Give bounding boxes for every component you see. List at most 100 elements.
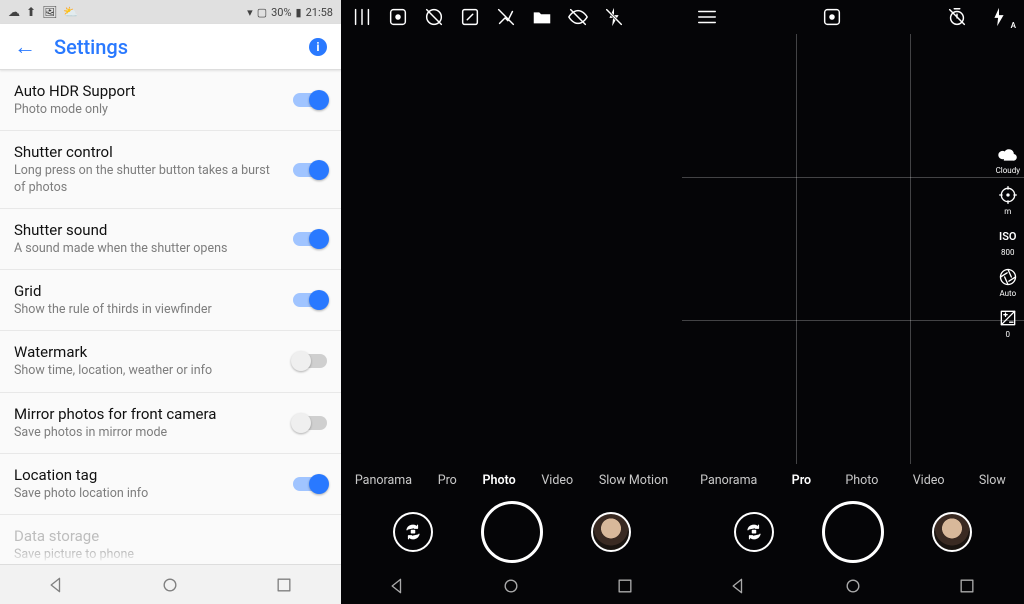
- mode-photo[interactable]: Photo: [845, 473, 878, 488]
- setting-desc: Show time, location, weather or info: [14, 363, 327, 379]
- eye-off-icon[interactable]: [567, 6, 589, 28]
- android-nav-bar: [682, 568, 1024, 604]
- setting-row[interactable]: Auto HDR SupportPhoto mode only: [0, 70, 341, 131]
- shutter-button[interactable]: [481, 501, 543, 563]
- flash-mode-label: A: [1011, 21, 1016, 30]
- setting-row: Data storage Save picture to phone: [0, 515, 341, 564]
- toggle[interactable]: [293, 163, 327, 177]
- android-nav-bar: [0, 564, 341, 604]
- setting-title: Location tag: [14, 466, 327, 484]
- app-bar: ← Settings i: [0, 24, 341, 70]
- mode-pro[interactable]: Pro: [438, 473, 457, 488]
- shutter-button[interactable]: [822, 501, 884, 563]
- switch-camera-button[interactable]: [393, 512, 433, 552]
- toggle[interactable]: [293, 293, 327, 307]
- setting-title: Watermark: [14, 343, 327, 361]
- camera-top-toolbar: [341, 0, 682, 34]
- weather-icon: ⛅: [63, 5, 78, 19]
- pro-exposure-icon[interactable]: 0: [998, 308, 1018, 339]
- toggle[interactable]: [293, 354, 327, 368]
- setting-row[interactable]: Shutter control Long press on the shutter…: [0, 131, 341, 209]
- mode-slow-motion[interactable]: Slow Motion: [599, 473, 668, 488]
- cloud-icon: [998, 144, 1018, 164]
- setting-desc: Save picture to phone: [14, 547, 327, 563]
- toggle[interactable]: [293, 477, 327, 491]
- camera-screen-pro: A Cloudy m ISO800 Auto 0 Panorama Pro Photo Vid…: [682, 0, 1024, 604]
- setting-row[interactable]: Mirror photos for front cameraSave photo…: [0, 393, 341, 454]
- pro-focus-icon[interactable]: m: [998, 185, 1018, 216]
- switch-camera-button[interactable]: [734, 512, 774, 552]
- setting-row[interactable]: Location tagSave photo location info: [0, 454, 341, 515]
- shutter-row: [682, 496, 1024, 568]
- pro-cloud-icon[interactable]: Cloudy: [996, 144, 1020, 175]
- menu-icon[interactable]: [696, 6, 718, 28]
- image-icon: 🖼: [42, 5, 57, 19]
- shutter-row: [341, 496, 682, 568]
- flash-auto-icon[interactable]: A: [988, 6, 1010, 28]
- mode-slow[interactable]: Slow: [979, 473, 1006, 488]
- toggle[interactable]: [293, 93, 327, 107]
- motion-photo-icon[interactable]: [821, 6, 843, 28]
- camera-top-toolbar: A: [682, 0, 1024, 34]
- mode-selector[interactable]: Panorama Pro Photo Video Slow: [682, 464, 1024, 496]
- viewfinder[interactable]: [341, 34, 682, 464]
- setting-row[interactable]: Shutter soundA sound made when the shutt…: [0, 209, 341, 270]
- box-add-icon[interactable]: [459, 6, 481, 28]
- setting-row[interactable]: Watermark Show time, location, weather or…: [0, 331, 341, 392]
- setting-title: Shutter control: [14, 143, 327, 161]
- motion-photo-icon[interactable]: [387, 6, 409, 28]
- gallery-thumbnail[interactable]: [591, 512, 631, 552]
- page-title: Settings: [54, 35, 128, 59]
- nav-recent[interactable]: [615, 576, 635, 596]
- setting-title: Grid: [14, 282, 327, 300]
- pro-value: 800: [1001, 248, 1015, 257]
- nav-recent[interactable]: [274, 575, 294, 595]
- pro-iso-icon[interactable]: ISO800: [998, 226, 1018, 257]
- nav-home[interactable]: [160, 575, 180, 595]
- flash-off-icon[interactable]: [603, 6, 625, 28]
- setting-row[interactable]: Grid Show the rule of thirds in viewfinde…: [0, 270, 341, 331]
- grid-overlay: [682, 34, 1024, 464]
- exposure-icon: [998, 308, 1018, 328]
- mode-panorama[interactable]: Panorama: [700, 473, 757, 488]
- wifi-icon: ▾: [247, 6, 253, 19]
- mode-panorama[interactable]: Panorama: [355, 473, 412, 488]
- setting-title: Data storage: [14, 527, 327, 545]
- mode-video[interactable]: Video: [541, 473, 573, 488]
- nav-back[interactable]: [47, 575, 67, 595]
- settings-list[interactable]: Auto HDR SupportPhoto mode onlyShutter c…: [0, 70, 341, 564]
- nav-back[interactable]: [388, 576, 408, 596]
- pro-value: m: [1004, 207, 1011, 216]
- setting-desc: Long press on the shutter button takes a…: [14, 163, 327, 196]
- folder-quick-icon[interactable]: [531, 6, 553, 28]
- focus-icon: [998, 185, 1018, 205]
- retouch-off-icon[interactable]: [495, 6, 517, 28]
- viewfinder[interactable]: Cloudy m ISO800 Auto 0: [682, 34, 1024, 464]
- clock: 21:58: [306, 6, 333, 19]
- timer-off-icon[interactable]: [946, 6, 968, 28]
- pro-aperture-icon[interactable]: Auto: [998, 267, 1018, 298]
- nav-back[interactable]: [729, 576, 749, 596]
- status-bar: ☁ ⬆ 🖼 ⛅ ▾ ▢ 30% ▮ 21:58: [0, 0, 341, 24]
- info-button[interactable]: i: [309, 38, 327, 56]
- cloud-icon: ☁: [8, 5, 20, 19]
- filter-off-icon[interactable]: [423, 6, 445, 28]
- setting-desc: Photo mode only: [14, 102, 327, 118]
- toggle[interactable]: [293, 416, 327, 430]
- gallery-thumbnail[interactable]: [932, 512, 972, 552]
- levels-icon[interactable]: [351, 6, 373, 28]
- camera-screen-photo: Panorama Pro Photo Video Slow Motion: [341, 0, 682, 604]
- mode-selector[interactable]: Panorama Pro Photo Video Slow Motion: [341, 464, 682, 496]
- nav-recent[interactable]: [957, 576, 977, 596]
- back-button[interactable]: ←: [14, 34, 36, 60]
- mode-photo[interactable]: Photo: [482, 473, 515, 488]
- nav-home[interactable]: [501, 576, 521, 596]
- mode-pro[interactable]: Pro: [792, 473, 811, 488]
- no-sim-icon: ▢: [257, 6, 267, 19]
- toggle[interactable]: [293, 232, 327, 246]
- mode-video[interactable]: Video: [913, 473, 945, 488]
- setting-desc: A sound made when the shutter opens: [14, 241, 327, 257]
- setting-desc: Show the rule of thirds in viewfinder: [14, 302, 327, 318]
- battery-percent: 30%: [271, 6, 291, 19]
- nav-home[interactable]: [843, 576, 863, 596]
